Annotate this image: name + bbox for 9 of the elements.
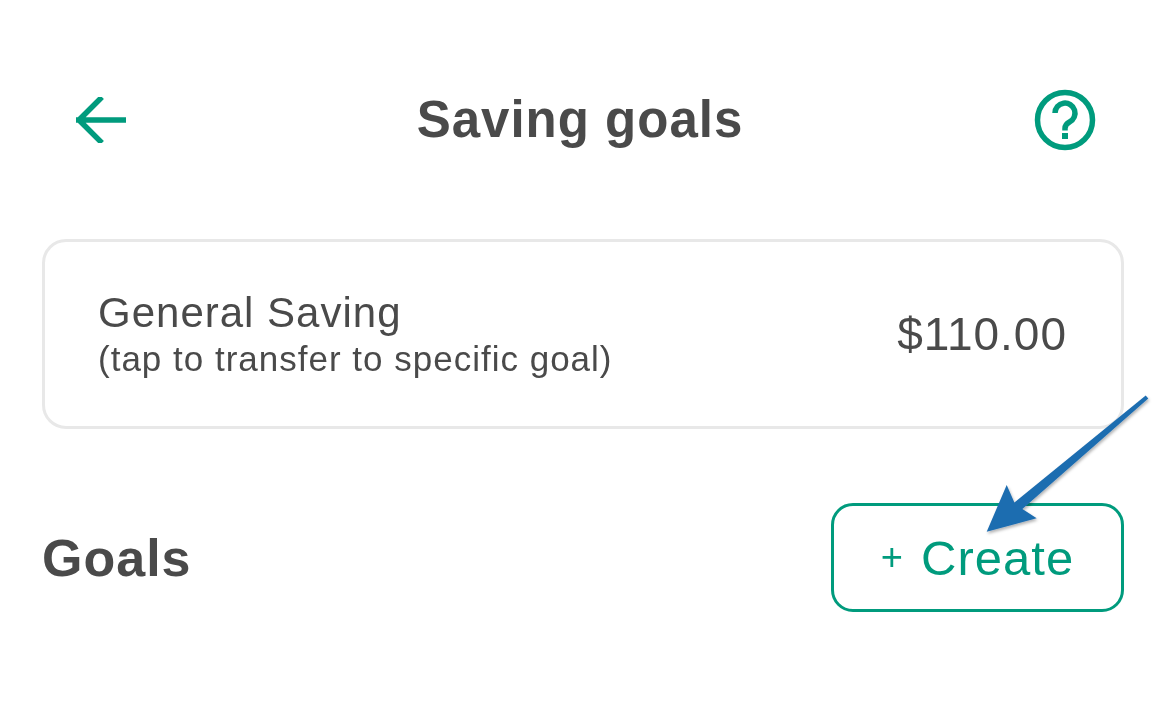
- general-saving-card[interactable]: General Saving (tap to transfer to specific goal) $110.00: [42, 239, 1124, 429]
- create-button[interactable]: + Create: [831, 503, 1124, 612]
- screen-title: Saving goals: [416, 90, 744, 150]
- account-name: General Saving: [98, 289, 403, 337]
- transfer-hint: (tap to transfer to specific goal): [98, 339, 613, 379]
- balance-amount: $110.00: [897, 307, 1067, 361]
- back-arrow-icon[interactable]: [76, 97, 126, 143]
- help-icon[interactable]: [1034, 89, 1096, 151]
- section-heading: Goals: [42, 527, 192, 588]
